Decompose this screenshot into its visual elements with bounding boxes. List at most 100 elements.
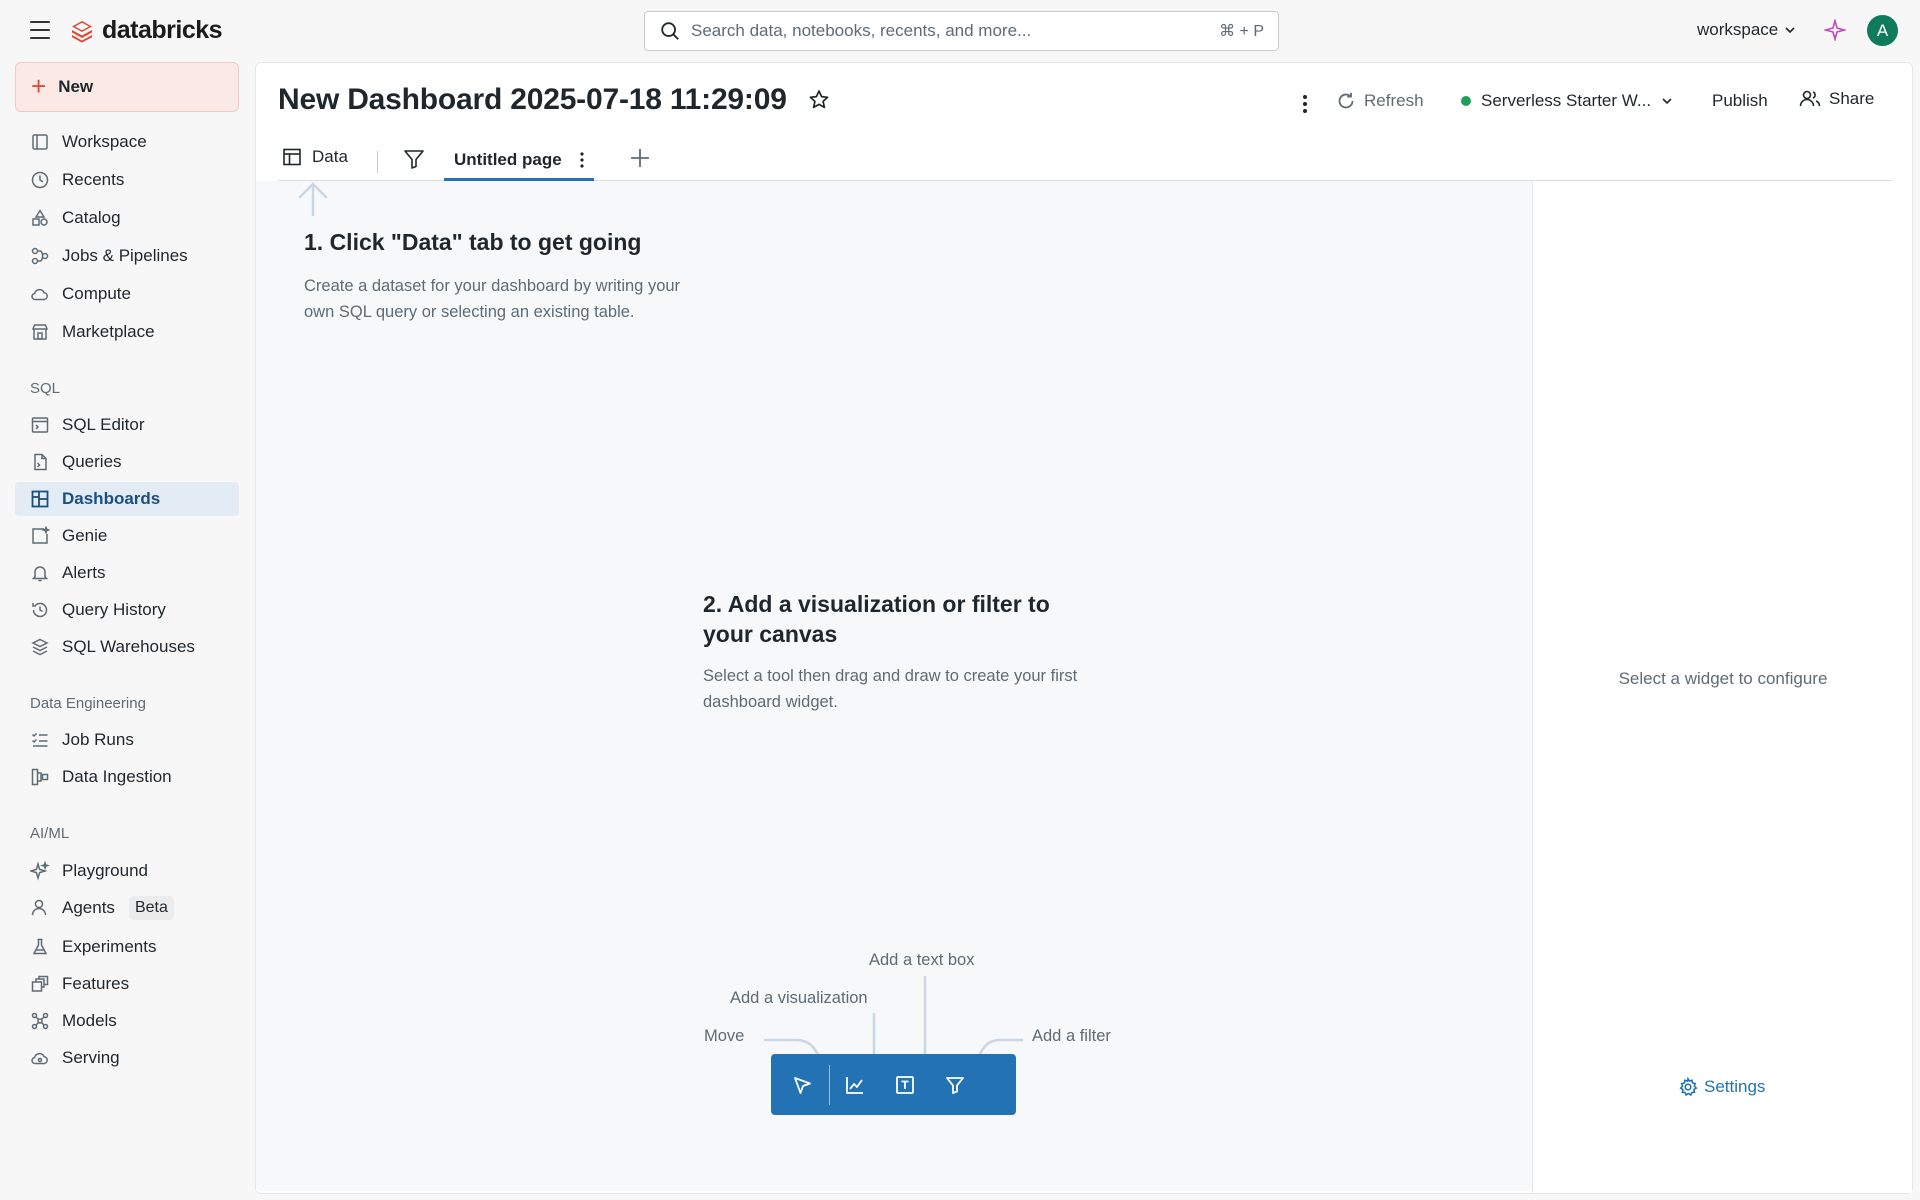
beta-badge: Beta	[128, 896, 174, 920]
sidebar-item-marketplace[interactable]: Marketplace	[15, 315, 239, 349]
plus-icon: +	[31, 70, 47, 101]
sidebar-item-compute[interactable]: Compute	[15, 277, 239, 311]
new-button[interactable]: + New	[15, 62, 239, 112]
workflow-icon	[31, 247, 49, 265]
bell-icon	[31, 566, 49, 582]
section-label-ai-ml: AI/ML	[30, 825, 70, 842]
global-search[interactable]: ⌘ + P	[644, 11, 1279, 51]
step1-title: 1. Click "Data" tab to get going	[304, 229, 642, 255]
refresh-button[interactable]: Refresh	[1336, 91, 1424, 111]
add-page-icon[interactable]	[627, 145, 653, 171]
sidebar-item-models[interactable]: Models	[15, 1004, 239, 1038]
dashboard-icon	[31, 490, 49, 508]
databricks-logo-icon	[72, 20, 92, 43]
assistant-sparkle-icon[interactable]	[1824, 19, 1846, 41]
share-button[interactable]: Share	[1799, 89, 1874, 109]
more-options-icon[interactable]	[1293, 89, 1317, 119]
sidebar-item-label: Compute	[62, 284, 131, 303]
step2-title: 2. Add a visualization or filter to your…	[703, 591, 1050, 647]
settings-button[interactable]: Settings	[1678, 1077, 1765, 1097]
sidebar-item-features[interactable]: Features	[15, 967, 239, 1001]
menu-icon[interactable]	[28, 19, 52, 41]
dashboard-tabs: Data Untitled page	[278, 141, 1892, 181]
config-empty-hint: Select a widget to configure	[1618, 669, 1828, 688]
tab-untitled-page[interactable]: Untitled page	[444, 141, 594, 181]
logo[interactable]: databricks	[70, 16, 223, 45]
cursor-icon	[794, 1076, 811, 1094]
new-button-label: New	[58, 77, 94, 96]
section-label-sql: SQL	[30, 380, 61, 397]
sidebar-item-label: Data Ingestion	[62, 767, 172, 786]
sidebar-item-label: Dashboards	[62, 489, 161, 508]
table-icon	[283, 148, 301, 166]
arrow-up-icon	[298, 182, 328, 217]
sidebar-item-label: Recents	[62, 170, 125, 189]
tab-data[interactable]: Data	[282, 147, 348, 167]
sidebar-item-agents[interactable]: Agents Beta	[15, 891, 239, 925]
sidebar-item-recents[interactable]: Recents	[15, 163, 239, 197]
filter-icon	[946, 1076, 964, 1094]
sidebar-item-genie[interactable]: Genie	[15, 519, 239, 553]
sidebar-item-jobs-pipelines[interactable]: Jobs & Pipelines	[15, 239, 239, 273]
hint-add-visualization: Add a visualization	[730, 989, 868, 1007]
tab-page-label: Untitled page	[454, 149, 562, 169]
catalog-icon	[32, 209, 48, 226]
query-file-icon	[34, 453, 47, 471]
dashboard-canvas[interactable]: 1. Click "Data" tab to get going Create …	[256, 181, 1532, 1191]
add-filter-button[interactable]	[930, 1054, 980, 1115]
sidebar-item-label: Features	[62, 974, 130, 993]
workspace-switcher[interactable]: workspace	[1697, 20, 1796, 40]
sparkle-icon	[30, 861, 50, 881]
sidebar-item-sql-warehouses[interactable]: SQL Warehouses	[15, 630, 239, 664]
sidebar-item-label: Genie	[62, 526, 108, 545]
sidebar-item-serving[interactable]: Serving	[15, 1041, 239, 1075]
publish-button[interactable]: Publish	[1712, 91, 1768, 111]
widget-config-panel: Select a widget to configure Settings	[1532, 181, 1912, 1193]
sidebar-item-label: Jobs & Pipelines	[62, 246, 188, 265]
chevron-down-icon	[1785, 27, 1795, 34]
flask-icon	[32, 938, 48, 955]
features-icon	[31, 975, 49, 992]
line-chart-icon	[846, 1076, 863, 1094]
refresh-icon	[1338, 92, 1354, 109]
refresh-label: Refresh	[1364, 91, 1424, 110]
sidebar: + New Workspace Recents Catalog Jobs & P…	[0, 60, 255, 1200]
warehouse-status-dot	[1461, 96, 1471, 106]
search-shortcut: ⌘ + P	[1219, 23, 1264, 40]
sidebar-item-experiments[interactable]: Experiments	[15, 930, 239, 964]
tab-data-label: Data	[312, 147, 348, 166]
avatar[interactable]: A	[1867, 15, 1898, 46]
agent-icon	[31, 899, 47, 916]
sidebar-item-sql-editor[interactable]: SQL Editor	[15, 408, 239, 442]
store-icon	[31, 324, 49, 340]
sidebar-item-alerts[interactable]: Alerts	[15, 556, 239, 590]
warehouse-selector[interactable]: Serverless Starter W...	[1461, 91, 1673, 111]
sidebar-item-data-ingestion[interactable]: Data Ingestion	[15, 760, 239, 794]
sidebar-item-job-runs[interactable]: Job Runs	[15, 723, 239, 757]
cloud-icon	[31, 288, 48, 301]
add-text-box-button[interactable]	[880, 1054, 930, 1115]
sidebar-item-label: Queries	[62, 452, 122, 471]
sidebar-item-label: Marketplace	[62, 322, 155, 341]
sidebar-item-query-history[interactable]: Query History	[15, 593, 239, 627]
sidebar-item-workspace[interactable]: Workspace	[15, 125, 239, 159]
sql-editor-icon	[31, 417, 49, 433]
filter-icon[interactable]	[402, 147, 426, 171]
sidebar-item-label: Playground	[62, 861, 149, 880]
sidebar-item-queries[interactable]: Queries	[15, 445, 239, 479]
brand-name: databricks	[102, 16, 223, 44]
warehouse-label: Serverless Starter W...	[1481, 91, 1652, 110]
text-box-icon	[896, 1075, 914, 1094]
add-visualization-button[interactable]	[830, 1054, 880, 1115]
move-tool-button[interactable]	[777, 1054, 827, 1115]
serving-icon	[31, 1052, 48, 1065]
page-options-icon[interactable]	[580, 151, 584, 168]
step2-description: Select a tool then drag and draw to crea…	[703, 667, 1078, 711]
sidebar-item-dashboards[interactable]: Dashboards	[15, 482, 239, 516]
gear-icon	[1679, 1077, 1698, 1097]
widget-toolbar	[771, 1054, 1016, 1115]
sidebar-item-catalog[interactable]: Catalog	[15, 201, 239, 235]
sidebar-item-label: Alerts	[62, 563, 106, 582]
search-input[interactable]	[691, 21, 1220, 41]
sidebar-item-playground[interactable]: Playground	[15, 854, 239, 888]
